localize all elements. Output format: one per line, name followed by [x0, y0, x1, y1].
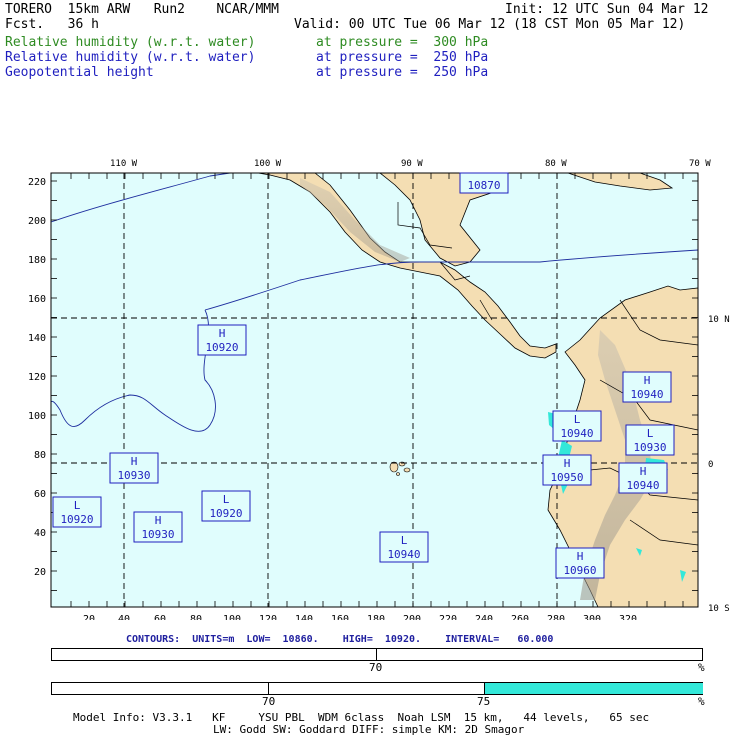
pressure-center: L 10930	[625, 424, 675, 456]
x-tick-label: 140	[295, 614, 313, 620]
pressure-center: H 10930	[109, 452, 159, 484]
x-tick-label: 240	[475, 614, 493, 620]
lat-label: 10 N	[708, 315, 730, 325]
svg-text:H: H	[640, 465, 647, 478]
pressure-center: H 10920	[197, 324, 247, 356]
pressure-center: H 10940	[622, 371, 672, 403]
pressure-center: H 10930	[133, 511, 183, 543]
svg-text:10940: 10940	[626, 479, 659, 492]
y-tick-label: 100	[28, 411, 46, 422]
svg-text:H: H	[155, 514, 162, 527]
svg-text:L: L	[74, 499, 81, 512]
x-tick-label: 260	[511, 614, 529, 620]
rh-250-scale-unit: %	[698, 695, 705, 708]
svg-text:H: H	[219, 327, 226, 340]
svg-text:10940: 10940	[560, 427, 593, 440]
x-tick-label: 220	[439, 614, 457, 620]
pressure-center: L 10920	[52, 496, 102, 528]
svg-text:10930: 10930	[141, 528, 174, 541]
svg-text:H: H	[564, 457, 571, 470]
y-tick-label: 220	[28, 177, 46, 188]
x-tick-label: 40	[118, 614, 130, 620]
svg-text:10920: 10920	[60, 513, 93, 526]
rh-250-scale-label-b: 75	[477, 695, 491, 708]
rh-250-scale-label-a: 70	[262, 695, 276, 708]
x-tick-label: 160	[331, 614, 349, 620]
weather-map: 110 W 100 W 90 W 80 W 70 W 10 N 0 10 S 2…	[28, 159, 730, 620]
rh-250-scale-fill	[484, 683, 703, 694]
y-tick-label: 60	[34, 489, 46, 500]
rh-300-scale	[51, 648, 703, 661]
lat-label: 10 S	[708, 604, 730, 614]
x-tick-label: 200	[403, 614, 421, 620]
svg-text:10950: 10950	[550, 471, 583, 484]
x-tick-label: 80	[190, 614, 202, 620]
pressure-center: 10870	[459, 172, 509, 194]
svg-text:H: H	[644, 374, 651, 387]
y-tick-label: 120	[28, 372, 46, 383]
lon-label: 80 W	[545, 159, 567, 169]
svg-text:10930: 10930	[117, 469, 150, 482]
svg-text:10940: 10940	[387, 548, 420, 561]
pressure-center: L 10920	[201, 490, 251, 522]
x-tick-label: 280	[547, 614, 565, 620]
rh-300-scale-unit: %	[698, 661, 705, 674]
x-tick-label: 100	[223, 614, 241, 620]
pressure-center: H 10940	[618, 462, 668, 494]
y-tick-label: 20	[34, 567, 46, 578]
rh-300-scale-label: 70	[369, 661, 383, 674]
x-tick-label: 300	[583, 614, 601, 620]
lat-label: 0	[708, 460, 713, 470]
lon-label: 110 W	[110, 159, 138, 169]
pressure-center: H 10960	[555, 547, 605, 579]
x-tick-label: 180	[367, 614, 385, 620]
svg-text:H: H	[577, 550, 584, 563]
physics-info: LW: Godd SW: Goddard DIFF: simple KM: 2D…	[213, 723, 525, 736]
pressure-center: L 10940	[379, 531, 429, 563]
lon-label: 90 W	[401, 159, 423, 169]
y-tick-label: 200	[28, 216, 46, 227]
y-tick-label: 80	[34, 450, 46, 461]
svg-text:L: L	[401, 534, 408, 547]
y-tick-label: 140	[28, 333, 46, 344]
lon-label: 100 W	[254, 159, 282, 169]
y-tick-label: 40	[34, 528, 46, 539]
rh-250-scale	[51, 682, 703, 695]
pressure-center: H 10950	[542, 454, 592, 486]
lon-label: 70 W	[689, 159, 711, 169]
svg-text:10930: 10930	[633, 441, 666, 454]
svg-text:L: L	[647, 427, 654, 440]
svg-text:10920: 10920	[209, 507, 242, 520]
svg-text:H: H	[131, 455, 138, 468]
pressure-center: L 10940	[552, 410, 602, 442]
y-tick-label: 160	[28, 294, 46, 305]
x-tick-label: 60	[154, 614, 166, 620]
svg-text:10870: 10870	[467, 179, 500, 192]
x-tick-label: 120	[259, 614, 277, 620]
svg-text:L: L	[223, 493, 230, 506]
y-tick-label: 180	[28, 255, 46, 266]
svg-text:L: L	[574, 413, 581, 426]
svg-text:10960: 10960	[563, 564, 596, 577]
x-tick-label: 20	[83, 614, 95, 620]
svg-text:10920: 10920	[205, 341, 238, 354]
x-tick-label: 320	[619, 614, 637, 620]
contour-info: CONTOURS: UNITS=m LOW= 10860. HIGH= 1092…	[126, 634, 554, 645]
svg-text:10940: 10940	[630, 388, 663, 401]
